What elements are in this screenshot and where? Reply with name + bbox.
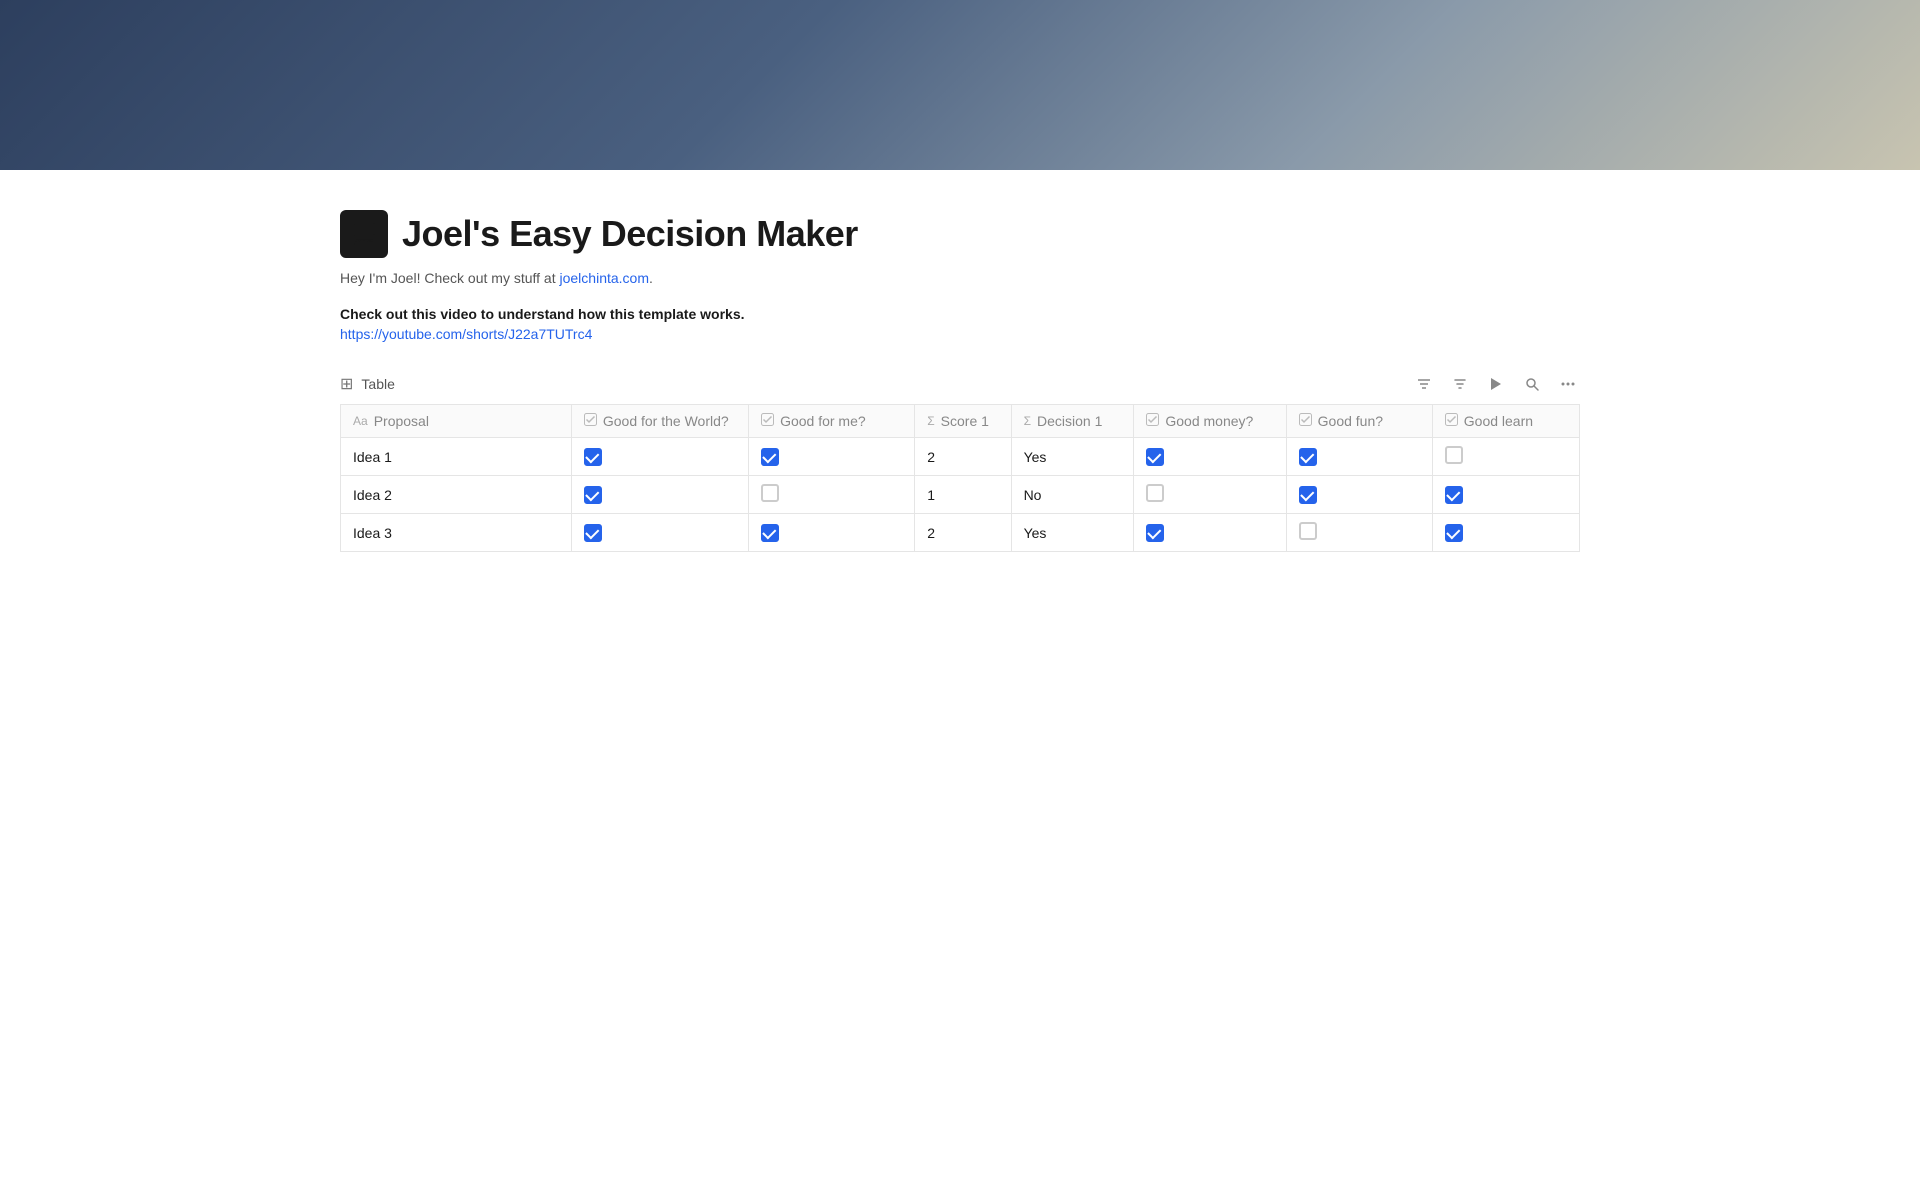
- checkbox-unchecked[interactable]: [761, 484, 779, 502]
- world-checkbox-icon: [584, 413, 597, 429]
- cell-proposal: Idea 1: [341, 438, 572, 476]
- cell-world[interactable]: [571, 476, 748, 514]
- fun-checkbox-icon: [1299, 413, 1312, 429]
- checkbox-checked[interactable]: [1146, 524, 1164, 542]
- col-header-money[interactable]: Good money?: [1134, 405, 1286, 438]
- cell-world[interactable]: [571, 438, 748, 476]
- me-checkbox-icon: [761, 413, 774, 429]
- cell-me[interactable]: [749, 438, 915, 476]
- col-header-decision[interactable]: Σ Decision 1: [1011, 405, 1134, 438]
- page-title: Joel's Easy Decision Maker: [402, 213, 858, 255]
- checkbox-checked[interactable]: [584, 448, 602, 466]
- cell-decision: Yes: [1011, 514, 1134, 552]
- col-header-world[interactable]: Good for the World?: [571, 405, 748, 438]
- col-header-learn[interactable]: Good learn: [1432, 405, 1579, 438]
- joelchinta-link[interactable]: joelchinta.com: [560, 270, 650, 286]
- checkbox-unchecked[interactable]: [1146, 484, 1164, 502]
- cell-score: 2: [915, 438, 1011, 476]
- checkbox-unchecked[interactable]: [1445, 446, 1463, 464]
- cell-money[interactable]: [1134, 514, 1286, 552]
- cell-score: 1: [915, 476, 1011, 514]
- cell-learn[interactable]: [1432, 514, 1579, 552]
- cell-fun[interactable]: [1286, 514, 1432, 552]
- col-header-score[interactable]: Σ Score 1: [915, 405, 1011, 438]
- col-header-proposal[interactable]: Aa Proposal: [341, 405, 572, 438]
- table-grid-icon: ⊞: [340, 374, 353, 394]
- table-label: ⊞ Table: [340, 374, 395, 394]
- cell-me[interactable]: [749, 476, 915, 514]
- checkbox-checked[interactable]: [1299, 486, 1317, 504]
- checkbox-checked[interactable]: [584, 524, 602, 542]
- checkbox-checked[interactable]: [584, 486, 602, 504]
- automate-button[interactable]: [1484, 372, 1508, 396]
- score-sigma-icon: Σ: [927, 414, 934, 428]
- cell-money[interactable]: [1134, 476, 1286, 514]
- checkbox-checked[interactable]: [761, 524, 779, 542]
- cell-learn[interactable]: [1432, 438, 1579, 476]
- checkbox-checked[interactable]: [761, 448, 779, 466]
- cell-proposal: Idea 3: [341, 514, 572, 552]
- page-icon: 🖥: [340, 210, 388, 258]
- col-header-fun[interactable]: Good fun?: [1286, 405, 1432, 438]
- sort-button[interactable]: [1448, 372, 1472, 396]
- subtitle: Hey I'm Joel! Check out my stuff at joel…: [340, 270, 1580, 286]
- table-row: Idea 2 1 No: [341, 476, 1580, 514]
- checkbox-checked[interactable]: [1445, 486, 1463, 504]
- cell-score: 2: [915, 514, 1011, 552]
- table-row: Idea 3 2 Yes: [341, 514, 1580, 552]
- hero-banner: [0, 0, 1920, 170]
- proposal-icon: Aa: [353, 414, 368, 428]
- cell-fun[interactable]: [1286, 438, 1432, 476]
- col-header-me[interactable]: Good for me?: [749, 405, 915, 438]
- checkbox-checked[interactable]: [1299, 448, 1317, 466]
- cell-decision: Yes: [1011, 438, 1134, 476]
- checkbox-checked[interactable]: [1445, 524, 1463, 542]
- description-text: Check out this video to understand how t…: [340, 306, 1580, 322]
- decision-sigma-icon: Σ: [1024, 414, 1031, 428]
- learn-checkbox-icon: [1445, 413, 1458, 429]
- cell-world[interactable]: [571, 514, 748, 552]
- cell-learn[interactable]: [1432, 476, 1579, 514]
- cell-fun[interactable]: [1286, 476, 1432, 514]
- checkbox-checked[interactable]: [1146, 448, 1164, 466]
- cell-money[interactable]: [1134, 438, 1286, 476]
- more-button[interactable]: [1556, 372, 1580, 396]
- money-checkbox-icon: [1146, 413, 1159, 429]
- cell-me[interactable]: [749, 514, 915, 552]
- checkbox-unchecked[interactable]: [1299, 522, 1317, 540]
- video-link[interactable]: https://youtube.com/shorts/J22a7TUTrc4: [340, 326, 1580, 342]
- decision-table: Aa Proposal Good for the World?: [340, 404, 1580, 552]
- cell-decision: No: [1011, 476, 1134, 514]
- search-button[interactable]: [1520, 372, 1544, 396]
- filter-button[interactable]: [1412, 372, 1436, 396]
- table-row: Idea 1 2 Yes: [341, 438, 1580, 476]
- cell-proposal: Idea 2: [341, 476, 572, 514]
